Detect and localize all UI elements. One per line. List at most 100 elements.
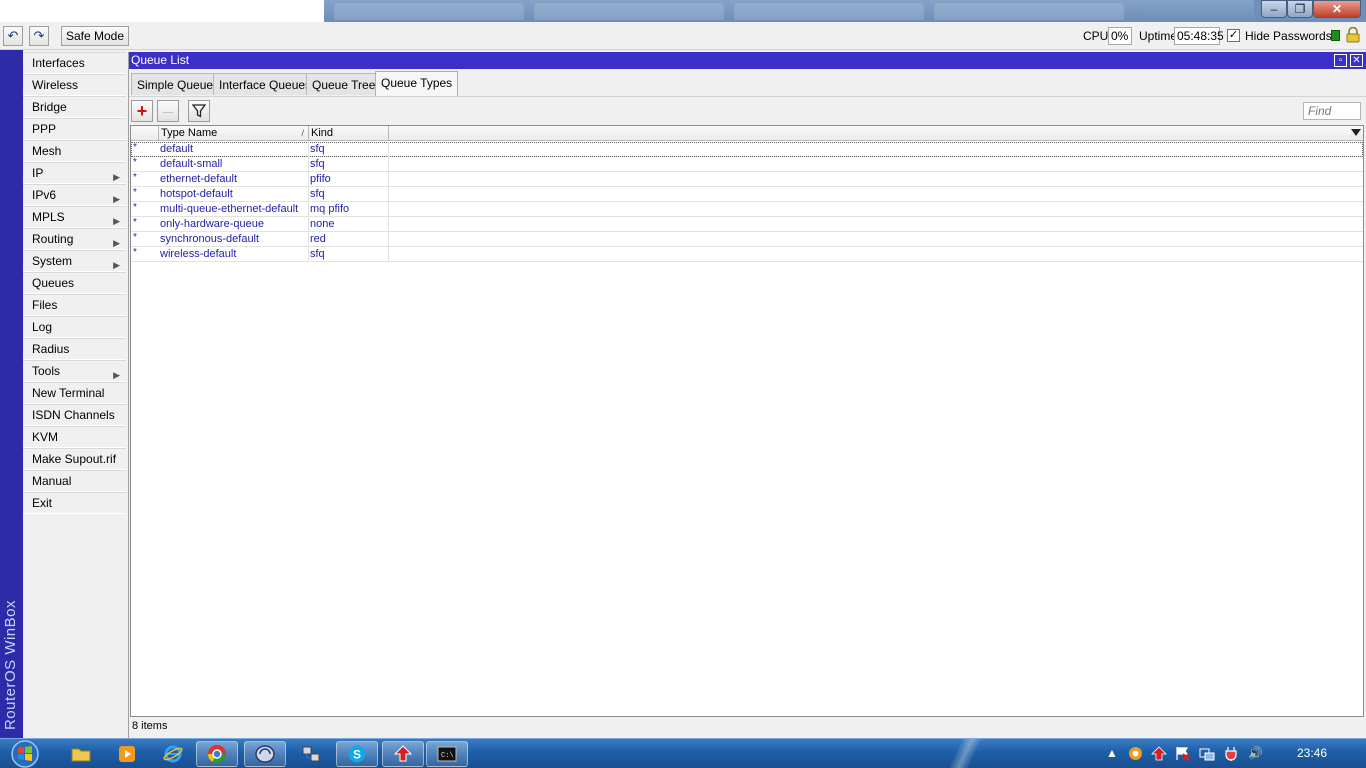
maximize-button[interactable]: ❐	[1287, 0, 1313, 18]
sidebar-item-label: Queues	[32, 276, 75, 290]
sidebar-item-mpls[interactable]: MPLS ▶	[23, 206, 126, 228]
sidebar-item-tools[interactable]: Tools ▶	[23, 360, 126, 382]
filter-icon	[191, 104, 207, 118]
sidebar-item-manual[interactable]: Manual	[23, 470, 126, 492]
taskbar-network-tool[interactable]	[290, 741, 332, 767]
column-menu-icon[interactable]	[1351, 129, 1361, 136]
sidebar-item-mesh[interactable]: Mesh	[23, 140, 126, 162]
taskbar-internet-explorer[interactable]	[152, 741, 194, 767]
row-flag: *	[133, 232, 137, 243]
sidebar-item-log[interactable]: Log	[23, 316, 126, 338]
safe-mode-button[interactable]: Safe Mode	[61, 26, 129, 46]
kind-column-header[interactable]: Kind	[309, 126, 389, 141]
hide-passwords-label[interactable]: Hide Passwords	[1245, 29, 1332, 43]
row-flag: *	[133, 202, 137, 213]
browser-tab[interactable]	[534, 3, 724, 20]
volume-icon[interactable]: 🔊	[1248, 746, 1263, 760]
svg-text:S: S	[353, 748, 361, 762]
show-hidden-icons-button[interactable]: ▲	[1106, 746, 1118, 760]
winbox-icon	[255, 745, 275, 763]
start-button-icon[interactable]	[6, 739, 44, 768]
column-label: Kind	[311, 127, 334, 139]
sidebar-item-exit[interactable]: Exit	[23, 492, 126, 514]
sidebar-item-kvm[interactable]: KVM	[23, 426, 126, 448]
browser-tab[interactable]	[734, 3, 924, 20]
kind-cell: sfq	[310, 143, 325, 155]
add-button[interactable]: +	[131, 100, 153, 122]
sidebar-item-ppp[interactable]: PPP	[23, 118, 126, 140]
table-row[interactable]: * wireless-default sfq	[131, 247, 1363, 262]
table-row[interactable]: * only-hardware-queue none	[131, 217, 1363, 232]
type-name-column-header[interactable]: Type Name /	[159, 126, 309, 141]
sidebar-item-label: IP	[32, 166, 44, 180]
sidebar-item-label: Mesh	[32, 144, 62, 158]
taskbar-explorer[interactable]	[60, 741, 102, 767]
sidebar-item-ip[interactable]: IP ▶	[23, 162, 126, 184]
type-name-cell: default-small	[160, 158, 223, 170]
table-row[interactable]: * hotspot-default sfq	[131, 187, 1363, 202]
taskbar-clock[interactable]: 23:46	[1297, 746, 1327, 760]
table-row[interactable]: * default-small sfq	[131, 157, 1363, 172]
type-name-cell: multi-queue-ethernet-default	[160, 203, 299, 215]
find-input[interactable]	[1303, 102, 1361, 120]
power-plug-icon[interactable]	[1223, 746, 1239, 761]
tab-queue-types[interactable]: Queue Types	[375, 71, 459, 96]
window-close-button[interactable]: ✕	[1350, 54, 1363, 67]
tray-upload-icon[interactable]	[1151, 746, 1167, 761]
browser-tab[interactable]	[334, 3, 524, 20]
sidebar-item-ipv6[interactable]: IPv6 ▶	[23, 184, 126, 206]
minimize-button[interactable]: –	[1261, 0, 1287, 18]
redo-button[interactable]: ↷	[29, 26, 49, 46]
taskbar: S C:\ ▲ 🔊 23:46	[0, 738, 1366, 768]
taskbar-upload-tool[interactable]	[382, 741, 424, 767]
cpu-value: 0%	[1108, 27, 1132, 45]
filter-button[interactable]	[188, 100, 210, 122]
tab-interface-queues[interactable]: Interface Queues	[213, 73, 318, 95]
address-area	[0, 0, 324, 22]
table-row[interactable]: * default sfq	[131, 142, 1363, 157]
row-flag: *	[133, 142, 137, 153]
browser-tab[interactable]	[934, 3, 1124, 20]
action-center-flag-icon[interactable]	[1175, 746, 1191, 761]
sidebar-item-new-terminal[interactable]: New Terminal	[23, 382, 126, 404]
hide-passwords-checkbox[interactable]: ✓	[1227, 29, 1240, 42]
sidebar-item-label: Bridge	[32, 100, 67, 114]
sidebar-item-radius[interactable]: Radius	[23, 338, 126, 360]
taskbar-command-prompt[interactable]: C:\	[426, 741, 468, 767]
sidebar-item-interfaces[interactable]: Interfaces	[23, 52, 126, 74]
taskbar-winbox[interactable]	[244, 741, 286, 767]
kind-cell: sfq	[310, 248, 325, 260]
window-titlebar[interactable]: Queue List ▫ ✕	[129, 52, 1366, 69]
taskbar-chrome[interactable]	[196, 741, 238, 767]
undo-icon: ↶	[7, 28, 19, 43]
sidebar-item-make-supout[interactable]: Make Supout.rif	[23, 448, 126, 470]
sidebar-item-system[interactable]: System ▶	[23, 250, 126, 272]
status-indicator	[1331, 30, 1340, 41]
type-name-cell: hotspot-default	[160, 188, 233, 200]
folder-icon	[71, 748, 91, 762]
remove-button[interactable]: —	[157, 100, 179, 122]
sidebar-item-label: New Terminal	[32, 386, 105, 400]
table-row[interactable]: * synchronous-default red	[131, 232, 1363, 247]
table-row[interactable]: * ethernet-default pfifo	[131, 172, 1363, 187]
tab-bar: Simple Queues Interface Queues Queue Tre…	[129, 71, 1366, 96]
taskbar-media-player[interactable]	[106, 741, 148, 767]
window-restore-button[interactable]: ▫	[1334, 54, 1347, 67]
sidebar-item-wireless[interactable]: Wireless	[23, 74, 126, 96]
sidebar-item-bridge[interactable]: Bridge	[23, 96, 126, 118]
table-row[interactable]: * multi-queue-ethernet-default mq pfifo	[131, 202, 1363, 217]
network-icon[interactable]	[1199, 746, 1215, 761]
close-button[interactable]: ✕	[1313, 0, 1361, 18]
flag-column-header[interactable]	[131, 126, 159, 141]
sidebar-item-routing[interactable]: Routing ▶	[23, 228, 126, 250]
tray-app-icon[interactable]	[1128, 746, 1143, 761]
browser-tabs-area	[324, 0, 1254, 22]
undo-button[interactable]: ↶	[3, 26, 23, 46]
internet-explorer-icon	[163, 745, 183, 763]
taskbar-skype[interactable]: S	[336, 741, 378, 767]
sidebar-item-isdn-channels[interactable]: ISDN Channels	[23, 404, 126, 426]
tab-queue-tree[interactable]: Queue Tree	[306, 73, 382, 95]
sidebar-item-files[interactable]: Files	[23, 294, 126, 316]
tab-simple-queues[interactable]: Simple Queues	[131, 73, 226, 95]
sidebar-item-queues[interactable]: Queues	[23, 272, 126, 294]
